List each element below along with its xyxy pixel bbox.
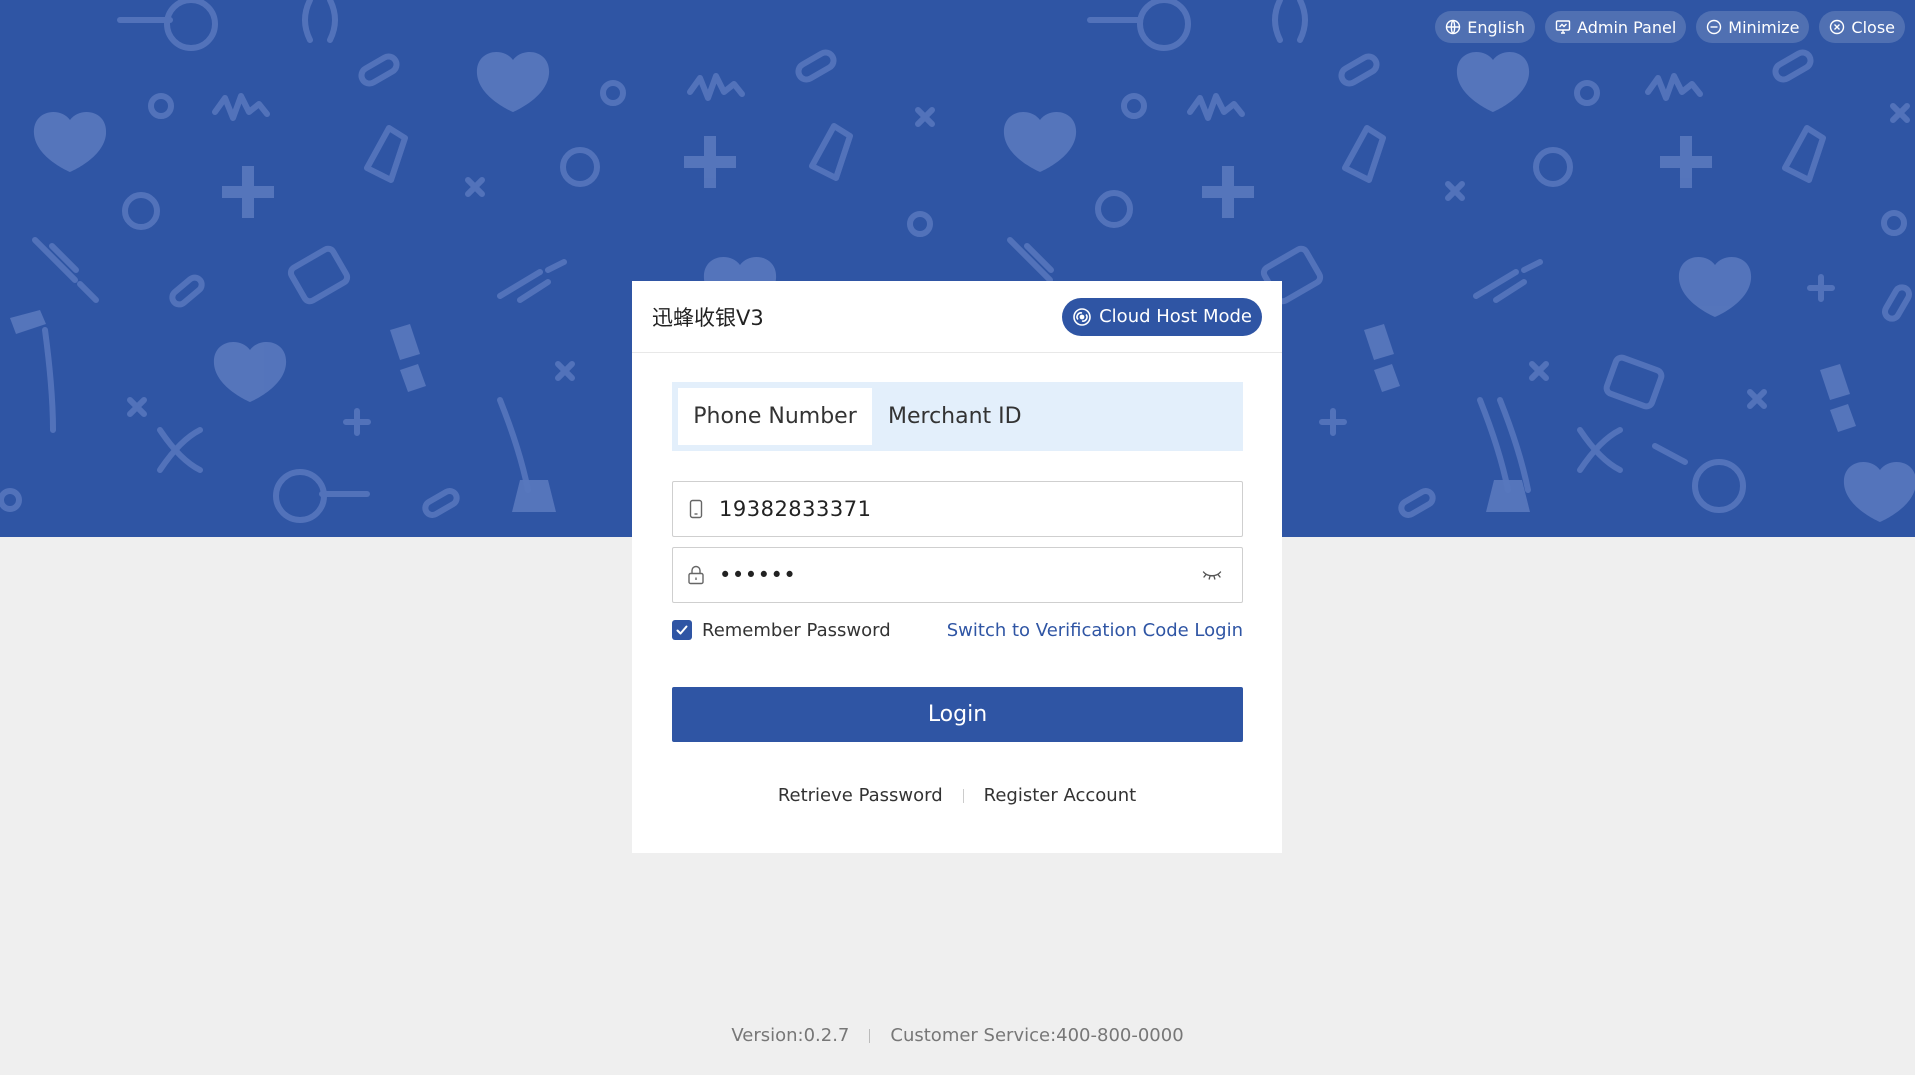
close-circle-icon <box>1829 19 1845 35</box>
minimize-button[interactable]: Minimize <box>1696 11 1810 43</box>
eye-closed-icon[interactable] <box>1182 569 1242 581</box>
close-label: Close <box>1851 17 1895 37</box>
cloud-host-mode-label: Cloud Host Mode <box>1099 306 1252 327</box>
cloud-host-icon <box>1072 307 1092 327</box>
phone-number-value: 19382833371 <box>719 497 872 521</box>
cloud-host-mode-button[interactable]: Cloud Host Mode <box>1062 297 1262 336</box>
footer-divider <box>869 1028 871 1043</box>
lock-icon <box>673 565 719 585</box>
admin-panel-button[interactable]: Admin Panel <box>1545 11 1687 43</box>
language-button[interactable]: English <box>1435 11 1536 43</box>
globe-icon <box>1445 19 1461 35</box>
minimize-label: Minimize <box>1728 17 1800 37</box>
register-account-link[interactable]: Register Account <box>984 785 1137 806</box>
switch-verification-login-link[interactable]: Switch to Verification Code Login <box>947 620 1243 641</box>
customer-service-text: Customer Service:400-800-0000 <box>890 1025 1184 1046</box>
login-card-header: 迅蜂收银V3 Cloud Host Mode <box>632 281 1282 353</box>
remember-password-checkbox[interactable]: Remember Password <box>672 620 891 641</box>
checkbox-checked-icon <box>672 620 692 640</box>
phone-icon <box>673 499 719 519</box>
account-links: Retrieve Password Register Account <box>632 785 1282 806</box>
minus-circle-icon <box>1706 19 1722 35</box>
language-label: English <box>1467 17 1526 37</box>
version-text: Version:0.2.7 <box>731 1025 850 1046</box>
admin-panel-label: Admin Panel <box>1577 17 1677 37</box>
tab-merchant-id[interactable]: Merchant ID <box>872 388 1038 445</box>
close-button[interactable]: Close <box>1819 11 1905 43</box>
login-card: 迅蜂收银V3 Cloud Host Mode Phone Number Merc… <box>632 281 1282 853</box>
password-field[interactable]: •••••• <box>672 547 1243 603</box>
phone-number-field[interactable]: 19382833371 <box>672 481 1243 537</box>
login-options-row: Remember Password Switch to Verification… <box>672 617 1243 643</box>
password-value: •••••• <box>719 563 797 587</box>
tab-phone-number[interactable]: Phone Number <box>678 388 872 445</box>
monitor-icon <box>1555 19 1571 35</box>
footer: Version:0.2.7 Customer Service:400-800-0… <box>0 1025 1915 1046</box>
window-controls: English Admin Panel Minimize Close <box>1435 11 1905 43</box>
retrieve-password-link[interactable]: Retrieve Password <box>778 785 943 806</box>
login-button[interactable]: Login <box>672 687 1243 742</box>
remember-password-label: Remember Password <box>702 619 891 641</box>
app-title: 迅蜂收银V3 <box>652 305 764 330</box>
login-type-tabs: Phone Number Merchant ID <box>672 382 1243 451</box>
link-divider <box>962 788 964 803</box>
